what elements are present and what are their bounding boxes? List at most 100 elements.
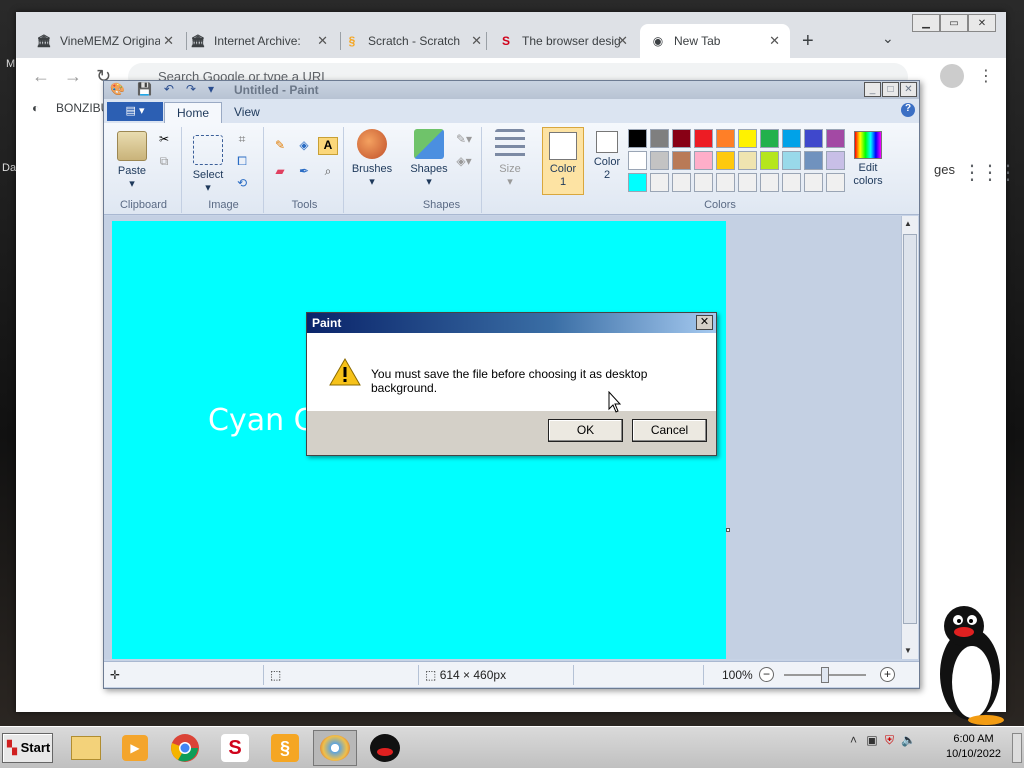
new-tab-button[interactable]: +: [802, 30, 814, 53]
edit-colors-button[interactable]: Edit colors: [848, 131, 888, 188]
fill-shape-icon[interactable]: ◈▾: [454, 153, 474, 171]
color-swatch[interactable]: [738, 151, 757, 170]
magnifier-icon[interactable]: ⌕: [318, 163, 338, 181]
select-button[interactable]: Select ▾: [188, 135, 228, 194]
bookmark-bonzibuddy[interactable]: BONZIBU: [56, 101, 109, 115]
file-menu-button[interactable]: ▤ ▾: [107, 102, 163, 121]
close-button[interactable]: ✕: [900, 82, 917, 97]
undo-icon[interactable]: ↶: [164, 82, 174, 96]
pencil-icon[interactable]: ✎: [270, 137, 290, 155]
tab-new-tab[interactable]: ◉ New Tab ✕: [640, 24, 790, 58]
start-button[interactable]: ▚ Start: [2, 733, 53, 763]
clock[interactable]: 6:00 AM 10/10/2022: [946, 732, 1001, 762]
taskbar-paint[interactable]: [313, 730, 357, 766]
color-swatch[interactable]: [650, 173, 669, 192]
network-icon[interactable]: ▣: [866, 733, 877, 747]
forward-icon[interactable]: →: [64, 66, 82, 87]
chevron-down-icon[interactable]: ⌄: [882, 30, 894, 47]
paint-app-icon[interactable]: 🎨: [110, 82, 125, 96]
profile-avatar[interactable]: [940, 64, 964, 88]
color-swatch[interactable]: [738, 173, 757, 192]
color-swatch[interactable]: [804, 129, 823, 148]
color-swatch[interactable]: [738, 129, 757, 148]
tab-internet-archive[interactable]: 🏛 Internet Archive: ✕: [180, 24, 338, 58]
color-swatch[interactable]: [826, 129, 845, 148]
cancel-button[interactable]: Cancel: [632, 419, 707, 442]
color-swatch[interactable]: [804, 173, 823, 192]
color-swatch[interactable]: [716, 173, 735, 192]
taskbar-pingu[interactable]: [363, 730, 407, 766]
color-swatch[interactable]: [716, 129, 735, 148]
paste-button[interactable]: Paste ▾: [112, 131, 152, 190]
zoom-out-button[interactable]: −: [759, 667, 774, 682]
color2-button[interactable]: Color 2: [590, 131, 624, 182]
text-icon[interactable]: A: [318, 137, 338, 155]
tab-home[interactable]: Home: [164, 102, 223, 123]
close-button[interactable]: ✕: [696, 315, 713, 330]
help-icon[interactable]: ?: [901, 103, 915, 117]
back-icon[interactable]: ←: [32, 66, 50, 87]
taskbar-explorer[interactable]: [64, 730, 108, 766]
color-swatch[interactable]: [782, 151, 801, 170]
color-swatch[interactable]: [694, 129, 713, 148]
taskbar-scratch-s[interactable]: S: [213, 730, 257, 766]
close-icon[interactable]: ✕: [617, 33, 628, 49]
outline-icon[interactable]: ✎▾: [454, 131, 474, 149]
redo-icon[interactable]: ↷: [186, 82, 196, 96]
fill-icon[interactable]: ◈: [294, 137, 314, 155]
close-icon[interactable]: ✕: [471, 33, 482, 49]
color-swatch[interactable]: [672, 129, 691, 148]
color-swatch[interactable]: [804, 151, 823, 170]
ok-button[interactable]: OK: [548, 419, 623, 442]
color-swatch[interactable]: [782, 173, 801, 192]
color-swatch[interactable]: [672, 173, 691, 192]
tab-view[interactable]: View: [222, 102, 272, 123]
minimize-button[interactable]: ▁: [912, 14, 940, 32]
close-button[interactable]: ✕: [968, 14, 996, 32]
color-swatch[interactable]: [826, 173, 845, 192]
zoom-slider-thumb[interactable]: [821, 667, 829, 683]
color-swatch[interactable]: [672, 151, 691, 170]
color-swatch[interactable]: [650, 151, 669, 170]
size-button[interactable]: Size ▾: [488, 129, 532, 188]
menu-icon[interactable]: ⋮: [978, 66, 994, 86]
close-icon[interactable]: ✕: [769, 33, 780, 49]
shapes-button[interactable]: Shapes ▾: [408, 129, 450, 188]
volume-icon[interactable]: 🔈: [901, 733, 916, 747]
brushes-button[interactable]: Brushes ▾: [350, 129, 394, 188]
eraser-icon[interactable]: ▰: [270, 163, 290, 181]
minimize-button[interactable]: _: [864, 82, 881, 97]
taskbar-chrome[interactable]: [163, 730, 207, 766]
security-icon[interactable]: ⛨: [885, 733, 894, 747]
images-link[interactable]: ges: [934, 162, 955, 177]
cut-icon[interactable]: ✂: [154, 131, 174, 149]
vertical-scrollbar[interactable]: ▲ ▼: [901, 216, 918, 659]
color-swatch[interactable]: [760, 151, 779, 170]
tab-vinememz[interactable]: 🏛 VineMEMZ Origina ✕: [26, 24, 184, 58]
color-swatch[interactable]: [694, 173, 713, 192]
color1-button[interactable]: Color 1: [542, 127, 584, 195]
maximize-button[interactable]: □: [882, 82, 899, 97]
zoom-in-button[interactable]: +: [880, 667, 895, 682]
apps-grid-icon[interactable]: ⋮⋮⋮: [962, 160, 1018, 185]
tab-scratch[interactable]: § Scratch - Scratch ✕: [334, 24, 492, 58]
save-icon[interactable]: 💾: [137, 82, 152, 96]
color-swatch[interactable]: [760, 129, 779, 148]
taskbar-scratch[interactable]: §: [263, 730, 307, 766]
customize-icon[interactable]: ▾: [208, 82, 214, 96]
color-swatch[interactable]: [628, 151, 647, 170]
color-swatch[interactable]: [760, 173, 779, 192]
resize-handle[interactable]: [726, 528, 730, 532]
color-swatch[interactable]: [650, 129, 669, 148]
chevron-up-icon[interactable]: ˄: [850, 733, 857, 747]
color-swatch[interactable]: [782, 129, 801, 148]
close-icon[interactable]: ✕: [163, 33, 174, 49]
resize-icon[interactable]: ⧠: [232, 153, 252, 171]
tab-browser-design[interactable]: S The browser desig ✕: [488, 24, 638, 58]
maximize-button[interactable]: ▭: [940, 14, 968, 32]
scroll-thumb[interactable]: [903, 234, 917, 624]
taskbar-media-player[interactable]: ▶: [113, 730, 157, 766]
close-icon[interactable]: ✕: [317, 33, 328, 49]
scroll-down-icon[interactable]: ▼: [904, 646, 912, 655]
color-swatch[interactable]: [716, 151, 735, 170]
